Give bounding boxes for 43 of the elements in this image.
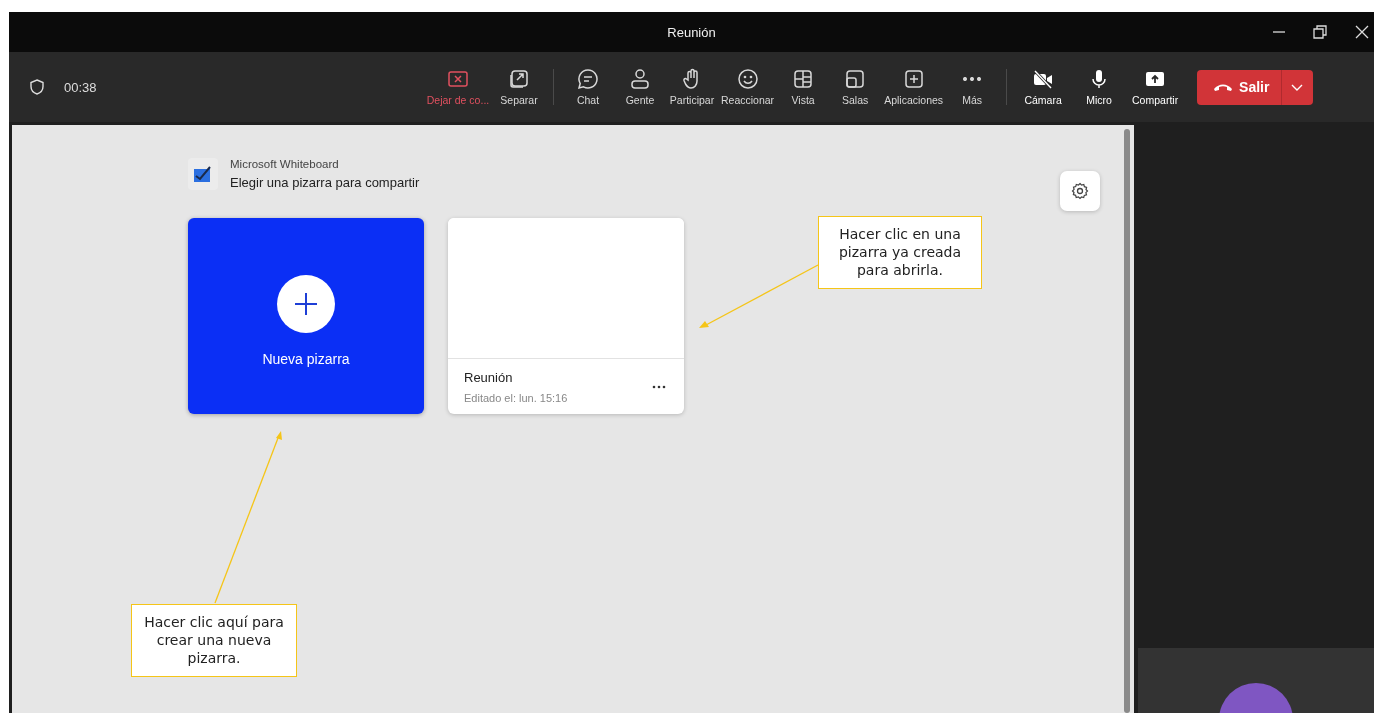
stop-share-icon <box>447 68 469 90</box>
whiteboard-logo-icon <box>188 158 218 190</box>
toolbar-button[interactable]: Vista <box>777 64 830 110</box>
settings-icon <box>1071 182 1089 200</box>
toolbar-button[interactable]: Cámara <box>1015 64 1072 110</box>
toolbar-button[interactable]: Separar <box>493 64 545 110</box>
window-title: Reunión <box>667 24 716 40</box>
meeting-timer: 00:38 <box>64 79 97 95</box>
new-whiteboard-card[interactable]: Nueva pizarra <box>188 218 424 414</box>
shield-icon[interactable] <box>28 78 46 96</box>
close-icon[interactable] <box>1354 24 1370 40</box>
panel-heading: Elegir una pizarra para compartir <box>230 175 420 190</box>
hang-up-icon <box>1213 82 1234 92</box>
toolbar-button[interactable]: Aplicaciones <box>881 64 947 110</box>
callout-note: Hacer clic en una pizarra ya creada para abrirla. <box>818 216 982 289</box>
toolbar-button[interactable]: Salas <box>829 64 882 110</box>
app-name: Microsoft Whiteboard <box>230 158 340 170</box>
toolbar-button[interactable]: Reaccionar <box>718 64 778 110</box>
edited-date: Editado el: lun. 15:16 <box>464 391 568 404</box>
more-icon <box>961 77 984 81</box>
scrollbar[interactable] <box>1124 129 1130 713</box>
toolbar-button[interactable]: Gente <box>614 64 666 110</box>
people-icon <box>629 68 651 90</box>
toolbar-button[interactable]: Dejar de co... <box>423 64 493 110</box>
settings-button[interactable] <box>1060 171 1100 211</box>
smiley-icon <box>736 68 759 90</box>
toolbar-button[interactable]: Compartir <box>1127 64 1184 110</box>
plus-icon <box>277 275 335 333</box>
toolbar-button[interactable]: Más <box>946 64 999 110</box>
leave-button[interactable]: Salir <box>1197 69 1314 105</box>
whiteboard-card[interactable]: Reunión Editado el: lun. 15:16 <box>448 218 684 414</box>
callout-note: Hacer clic aquí para crear una nueva pizarra. <box>131 604 297 677</box>
more-icon[interactable] <box>652 384 666 389</box>
toolbar-button[interactable]: Chat <box>562 64 614 110</box>
toolbar-button[interactable]: Micro <box>1071 64 1128 110</box>
layout-icon <box>792 68 815 90</box>
restore-icon[interactable] <box>1312 24 1328 40</box>
toolbar-button[interactable]: Participar <box>666 64 718 110</box>
apps-icon <box>902 68 925 90</box>
whiteboard-title: Reunión <box>464 369 514 385</box>
pop-out-icon <box>508 68 530 90</box>
chat-icon <box>577 68 599 90</box>
rooms-icon <box>844 68 867 90</box>
